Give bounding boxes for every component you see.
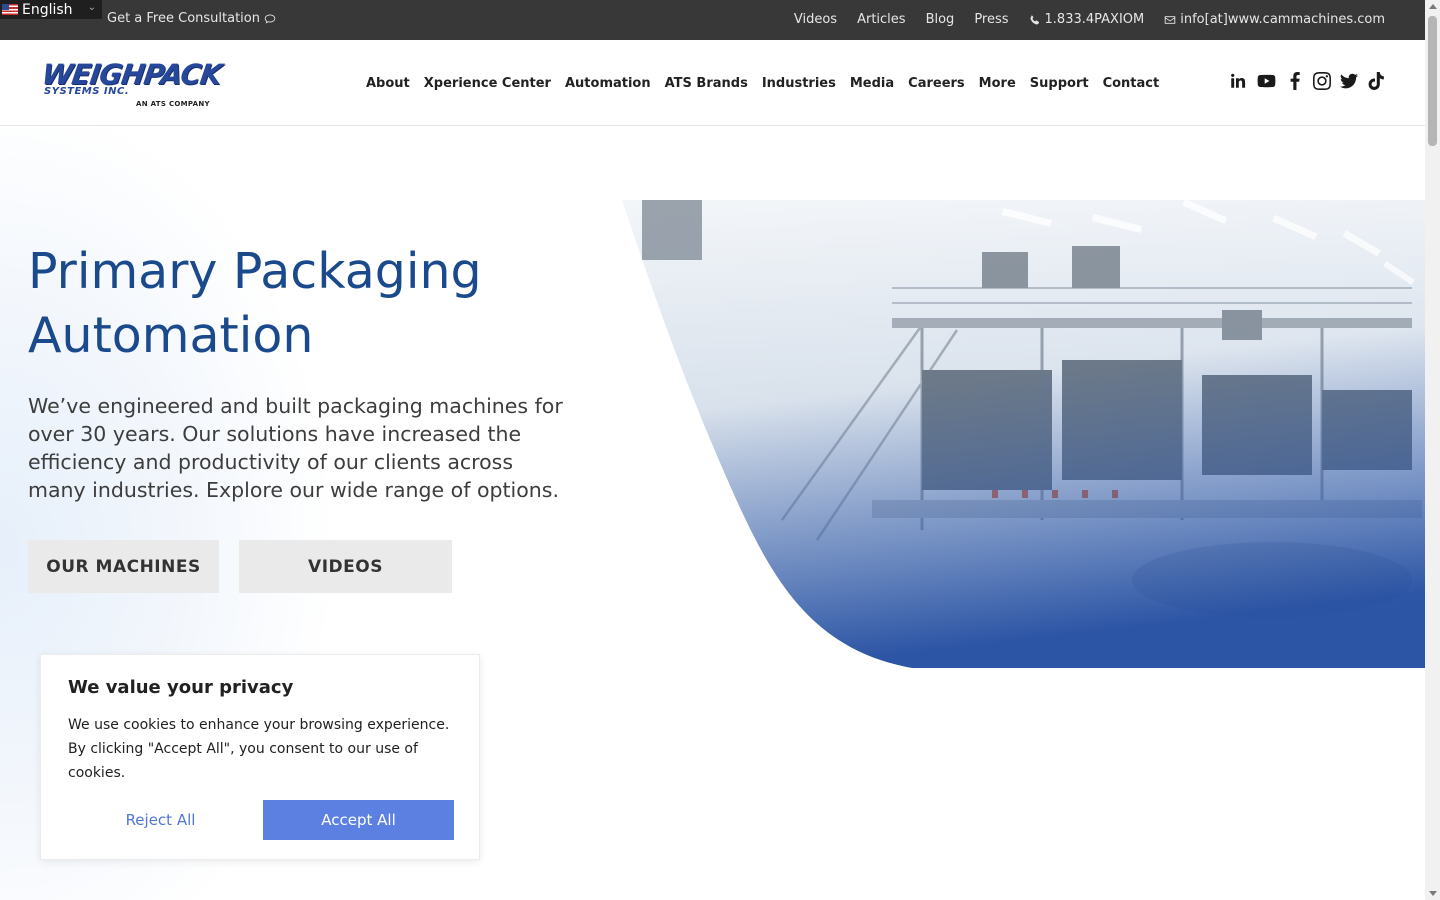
main-nav: About Xperience Center Automation ATS Br… xyxy=(366,76,1159,91)
linkedin-icon[interactable] xyxy=(1229,72,1247,90)
logo-subtitle: SYSTEMS INC. xyxy=(44,86,130,97)
weighpack-logo[interactable]: WEIGHPACK SYSTEMS INC. AN ATS COMPANY xyxy=(40,58,228,110)
phone-link[interactable]: 1.833.4PAXIOM xyxy=(1029,12,1145,27)
nav-item-ats-brands[interactable]: ATS Brands xyxy=(665,76,748,91)
twitter-icon[interactable] xyxy=(1340,72,1358,90)
top-bar: English ⌄ Get a Free Consultation Videos… xyxy=(0,0,1425,40)
email-link[interactable]: info[at]www.cammachines.com xyxy=(1164,12,1385,27)
email-address: info[at]www.cammachines.com xyxy=(1180,12,1385,27)
nav-item-support[interactable]: Support xyxy=(1030,76,1089,91)
social-links xyxy=(1229,72,1385,90)
top-link-videos[interactable]: Videos xyxy=(794,12,837,27)
language-label: English xyxy=(22,1,73,18)
tiktok-icon[interactable] xyxy=(1367,72,1385,90)
videos-button[interactable]: VIDEOS xyxy=(239,540,452,593)
site-header: WEIGHPACK SYSTEMS INC. AN ATS COMPANY Ab… xyxy=(0,40,1425,126)
factory-machinery-image xyxy=(622,200,1425,668)
consultation-label: Get a Free Consultation xyxy=(107,11,260,26)
cookie-text: We use cookies to enhance your browsing … xyxy=(68,717,450,781)
envelope-icon xyxy=(1165,15,1176,24)
consultation-link[interactable]: Get a Free Consultation xyxy=(107,11,276,26)
nav-item-about[interactable]: About xyxy=(366,76,410,91)
logo-tagline: AN ATS COMPANY xyxy=(136,100,210,108)
hero-title: Primary Packaging Automation xyxy=(28,243,482,364)
accept-all-button[interactable]: Accept All xyxy=(263,800,454,840)
nav-item-more[interactable]: More xyxy=(979,76,1016,91)
top-link-press[interactable]: Press xyxy=(974,12,1008,27)
cookie-title: We value your privacy xyxy=(68,677,294,698)
phone-icon xyxy=(1030,14,1039,25)
nav-item-contact[interactable]: Contact xyxy=(1103,76,1160,91)
phone-number: 1.833.4PAXIOM xyxy=(1044,12,1145,27)
page-scrollbar[interactable] xyxy=(1425,0,1440,900)
cookie-consent-banner: We value your privacy We use cookies to … xyxy=(40,654,480,860)
hero-description: We’ve engineered and built packaging mac… xyxy=(28,394,563,502)
top-link-blog[interactable]: Blog xyxy=(926,12,955,27)
nav-item-careers[interactable]: Careers xyxy=(908,76,965,91)
scroll-thumb[interactable] xyxy=(1428,16,1437,146)
nav-item-automation[interactable]: Automation xyxy=(565,76,651,91)
scroll-down-arrow-icon[interactable] xyxy=(1429,891,1437,896)
top-link-articles[interactable]: Articles xyxy=(857,12,905,27)
nav-item-industries[interactable]: Industries xyxy=(762,76,836,91)
chevron-down-icon: ⌄ xyxy=(87,2,96,13)
our-machines-button[interactable]: OUR MACHINES xyxy=(28,540,219,593)
youtube-icon[interactable] xyxy=(1256,72,1277,90)
language-selector[interactable]: English ⌄ xyxy=(0,0,102,19)
chat-bubble-icon xyxy=(264,14,276,23)
instagram-icon[interactable] xyxy=(1313,72,1331,90)
scroll-up-arrow-icon[interactable] xyxy=(1429,4,1437,9)
nav-item-xperience-center[interactable]: Xperience Center xyxy=(424,76,551,91)
us-flag-icon xyxy=(2,4,18,15)
reject-all-button[interactable]: Reject All xyxy=(68,800,253,840)
nav-item-media[interactable]: Media xyxy=(850,76,894,91)
top-links: Videos Articles Blog Press 1.833.4PAXIOM… xyxy=(794,12,1385,27)
facebook-icon[interactable] xyxy=(1286,72,1304,90)
